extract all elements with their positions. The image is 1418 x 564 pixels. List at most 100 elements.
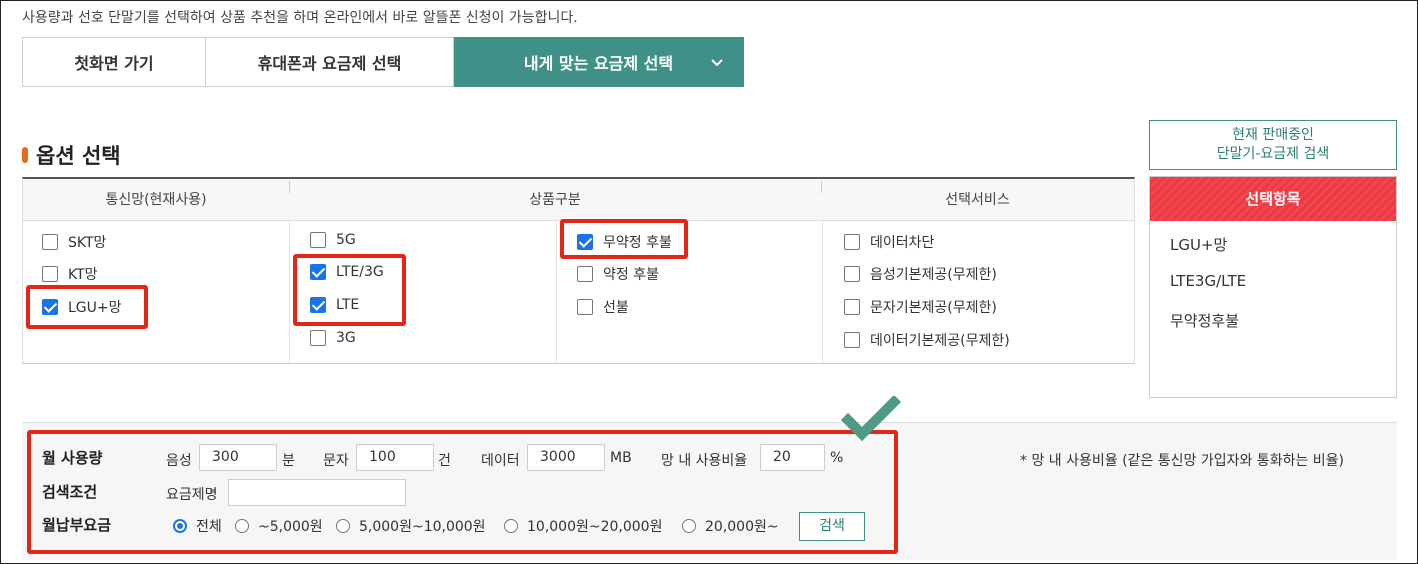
radio-label: 5,000원~10,000원 [359, 519, 486, 535]
header-service: 선택서비스 [945, 192, 1010, 208]
checkbox-box-checked[interactable] [310, 297, 326, 313]
checkbox-label: SKT망 [68, 235, 107, 251]
radio-label: ~5,000원 [258, 519, 323, 535]
onnet-note: * 망 내 사용비율 (같은 통신망 가입자와 통화하는 비율) [1020, 453, 1345, 469]
monthly-usage-label: 월 사용량 [42, 449, 103, 467]
checkbox-data-block[interactable]: 데이터차단 [844, 232, 934, 252]
radio-fee-10000-20000[interactable]: 10,000원~20,000원 [504, 516, 662, 536]
checkmark-icon [840, 396, 902, 442]
tab-phone-plan[interactable]: 휴대폰과 요금제 선택 [206, 37, 454, 87]
checkbox-3g[interactable]: 3G [310, 330, 356, 346]
checkbox-label: 데이터차단 [870, 235, 935, 251]
checkbox-box-checked[interactable] [42, 299, 58, 315]
radio-label: 전체 [196, 519, 222, 535]
plan-name-input[interactable] [228, 479, 406, 506]
checkbox-box[interactable] [42, 266, 58, 282]
selected-items-panel: 선택항목 LGU+망 LTE3G/LTE 무약정후불 [1149, 176, 1397, 398]
checkbox-label: 약정 후불 [603, 267, 659, 283]
column-divider [289, 221, 290, 363]
search-condition-label: 검색조건 [42, 483, 98, 501]
data-input[interactable]: 3000 [527, 444, 605, 471]
checkbox-label: LTE/3G [336, 264, 384, 280]
checkbox-label: 선불 [603, 300, 629, 316]
option-section-title-text: 옵션 선택 [36, 144, 121, 168]
radio-dot[interactable] [235, 519, 249, 533]
checkbox-label: LGU+망 [68, 300, 122, 316]
checkbox-label: 무약정 후불 [603, 235, 672, 251]
checkbox-skt[interactable]: SKT망 [42, 232, 106, 252]
option-table-header: 통신망(현재사용) 상품구분 선택서비스 [23, 179, 1134, 221]
selected-items-title: 선택항목 [1150, 177, 1396, 221]
radio-fee-all[interactable]: 전체 [173, 516, 222, 536]
radio-dot[interactable] [504, 519, 518, 533]
header-product: 상품구분 [529, 192, 581, 208]
checkbox-lte3g[interactable]: LTE/3G [310, 264, 384, 280]
search-current-products-button[interactable]: 현재 판매중인 단말기-요금제 검색 [1149, 120, 1397, 170]
sms-unit: 건 [438, 453, 451, 469]
checkbox-box[interactable] [42, 234, 58, 250]
monthly-fee-label: 월납부요금 [42, 516, 112, 534]
checkbox-label: 문자기본제공(무제한) [870, 300, 997, 316]
onnet-input[interactable]: 20 [760, 444, 825, 471]
checkbox-box[interactable] [310, 232, 326, 248]
checkbox-box[interactable] [844, 266, 860, 282]
checkbox-box-checked[interactable] [310, 264, 326, 280]
checkbox-box[interactable] [844, 299, 860, 315]
radio-fee-under-5000[interactable]: ~5,000원 [235, 516, 323, 536]
radio-dot-selected[interactable] [173, 519, 187, 533]
checkbox-label: 데이터기본제공(무제한) [870, 333, 1010, 349]
radio-label: 20,000원~ [705, 519, 779, 535]
radio-dot[interactable] [336, 519, 350, 533]
plan-name-label: 요금제명 [166, 487, 218, 503]
tab-home[interactable]: 첫화면 가기 [22, 37, 206, 87]
title-bullet-icon [22, 147, 28, 163]
checkbox-label: KT망 [68, 267, 98, 283]
sms-input[interactable]: 100 [356, 444, 434, 471]
data-unit: MB [610, 450, 632, 466]
search-current-products-line2: 단말기-요금제 검색 [1216, 146, 1330, 162]
checkbox-box[interactable] [844, 234, 860, 250]
checkbox-label: 3G [336, 330, 356, 346]
tab-my-plan-label: 내게 맞는 요금제 선택 [523, 54, 674, 73]
checkbox-kt[interactable]: KT망 [42, 264, 98, 284]
data-label: 데이터 [481, 453, 520, 469]
checkbox-contract-postpaid[interactable]: 약정 후불 [577, 264, 659, 284]
option-section-title: 옵션 선택 [22, 140, 121, 170]
radio-label: 10,000원~20,000원 [527, 519, 663, 535]
column-divider [822, 221, 823, 363]
onnet-label: 망 내 사용비율 [661, 453, 748, 469]
tab-my-plan[interactable]: 내게 맞는 요금제 선택 [454, 37, 744, 87]
checkbox-box[interactable] [844, 332, 860, 348]
tab-home-label: 첫화면 가기 [74, 54, 154, 73]
radio-dot[interactable] [682, 519, 696, 533]
selected-item: LTE3G/LTE [1170, 272, 1247, 290]
checkbox-box[interactable] [577, 299, 593, 315]
checkbox-box-checked[interactable] [577, 234, 593, 250]
voice-input[interactable]: 300 [199, 444, 277, 471]
selected-item: 무약정후불 [1170, 312, 1240, 330]
checkbox-lte[interactable]: LTE [310, 297, 359, 313]
checkbox-5g[interactable]: 5G [310, 232, 356, 248]
checkbox-no-contract-postpaid[interactable]: 무약정 후불 [577, 232, 672, 252]
checkbox-box[interactable] [577, 266, 593, 282]
checkbox-label: LTE [336, 297, 360, 313]
checkbox-prepaid[interactable]: 선불 [577, 297, 629, 317]
header-network: 통신망(현재사용) [105, 192, 207, 208]
selected-item: LGU+망 [1170, 236, 1228, 254]
sms-label: 문자 [323, 453, 349, 469]
tab-phone-plan-label: 휴대폰과 요금제 선택 [257, 54, 402, 73]
intro-text: 사용량과 선호 단말기를 선택하여 상품 추천을 하며 온라인에서 바로 알뜰폰… [22, 10, 578, 26]
search-button[interactable]: 검색 [799, 512, 865, 541]
checkbox-lgu[interactable]: LGU+망 [42, 297, 122, 317]
checkbox-unlimited-data[interactable]: 데이터기본제공(무제한) [844, 330, 1010, 350]
radio-fee-over-20000[interactable]: 20,000원~ [682, 516, 779, 536]
checkbox-label: 음성기본제공(무제한) [870, 267, 997, 283]
radio-fee-5000-10000[interactable]: 5,000원~10,000원 [336, 516, 486, 536]
checkbox-label: 5G [336, 232, 356, 248]
chevron-down-icon [711, 59, 723, 67]
checkbox-box[interactable] [310, 330, 326, 346]
onnet-unit: % [830, 450, 844, 466]
checkbox-unlimited-sms[interactable]: 문자기본제공(무제한) [844, 297, 997, 317]
checkbox-unlimited-voice[interactable]: 음성기본제공(무제한) [844, 264, 997, 284]
voice-label: 음성 [166, 453, 192, 469]
